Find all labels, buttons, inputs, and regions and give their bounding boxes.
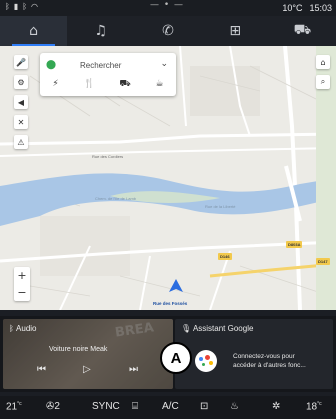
street-label: Chem. de l'Ile de Lamb xyxy=(95,196,137,201)
current-street-label: Rue des Fossés xyxy=(153,301,188,306)
music-icon: ♫ xyxy=(94,23,108,39)
volume-icon[interactable]: ◀ xyxy=(14,95,28,109)
apps-icon: ⊞ xyxy=(229,23,242,39)
phone-icon: ✆ xyxy=(162,23,174,39)
search-icon[interactable]: ⌕ xyxy=(316,75,330,89)
infotainment-screen: ᛒ ▮ ᛒ ◠ — • — 10°C 15:03 ⌂ ♫ ✆ ⊞ ⛟ Rue d… xyxy=(0,0,336,419)
signal-icon: ▮ xyxy=(13,2,19,11)
zoom-in-button[interactable]: + xyxy=(14,267,30,284)
road-badge: D146 xyxy=(218,253,232,260)
maps-pin-icon: ⬤ xyxy=(46,60,57,70)
tab-apps[interactable]: ⊞ xyxy=(202,16,269,46)
shopping-icon[interactable]: ⛟ xyxy=(119,79,130,90)
track-info: Voiture noire Meak xyxy=(49,346,107,353)
zoom-controls: + − xyxy=(14,267,30,301)
cafe-icon[interactable]: ☕ xyxy=(156,79,164,89)
wifi-icon: ◠ xyxy=(31,2,39,11)
zoom-out-button[interactable]: − xyxy=(14,284,30,301)
search-panel: ⬤ Rechercher ⌄ ⚡ 🍴 ⛟ ☕ xyxy=(40,53,176,96)
navigation-map[interactable]: Rue des Cordiers Chem. de l'Ile de Lamb … xyxy=(0,46,336,310)
callout-marker: A xyxy=(160,342,192,374)
category-shortcuts: ⚡ 🍴 ⛟ ☕ xyxy=(40,76,176,92)
restaurant-icon[interactable]: 🍴 xyxy=(83,79,94,89)
previous-track-icon[interactable]: ⏮ xyxy=(37,364,46,375)
google-assistant-icon xyxy=(195,350,217,372)
clock: 15:03 xyxy=(309,3,332,13)
sync-button[interactable]: SYNC xyxy=(92,401,120,412)
page-indicator: — • — xyxy=(150,0,185,10)
microphone-icon: 🎙 xyxy=(181,324,193,333)
climate-bar: 21°c ✇2 SYNC ⌸ A/C ⊡ ♨ ✲ 18°c xyxy=(0,396,336,419)
ac-button[interactable]: A/C xyxy=(162,401,179,412)
outside-temperature: 10°C xyxy=(282,3,303,13)
main-navigation: ⌂ ♫ ✆ ⊞ ⛟ xyxy=(0,16,336,46)
driver-temperature[interactable]: 21°c xyxy=(6,401,22,412)
track-title: Voiture noire xyxy=(49,346,89,353)
search-placeholder: Rechercher xyxy=(80,61,122,70)
audio-widget[interactable]: BREA ᛒ Audio Voiture noire Meak ⏮ ▷ ⏭ xyxy=(3,319,173,389)
assistant-header: 🎙 Assistant Google xyxy=(181,324,254,333)
microphone-icon[interactable]: 🎤 xyxy=(14,55,28,69)
fan-speed[interactable]: ✇2 xyxy=(46,401,60,412)
car-icon: ⛟ xyxy=(293,22,312,38)
tab-vehicle[interactable]: ⛟ xyxy=(269,16,336,46)
track-artist: Meak xyxy=(90,346,108,353)
assistant-widget[interactable]: 🎙 Assistant Google Connectez-vous pour a… xyxy=(175,319,333,389)
rear-defrost-icon[interactable]: ⊡ xyxy=(200,401,208,412)
next-track-icon[interactable]: ⏭ xyxy=(129,364,138,375)
assistant-message: Connectez-vous pour accéder à d'autres f… xyxy=(233,353,306,369)
road-badge: D803A xyxy=(286,241,303,248)
seat-heat-icon[interactable]: ♨ xyxy=(230,401,239,412)
bluetooth-icon: ᛒ xyxy=(9,324,17,333)
alert-icon[interactable]: ⚠ xyxy=(14,135,28,149)
passenger-temperature[interactable]: 18°c xyxy=(306,401,322,412)
tab-music[interactable]: ♫ xyxy=(67,16,134,46)
street-label: Rue de la Liberté xyxy=(205,204,236,209)
bluetooth-icon: ᛒ xyxy=(5,2,10,11)
status-icons: ᛒ ▮ ᛒ ◠ xyxy=(5,2,38,11)
search-input[interactable]: ⬤ Rechercher ⌄ xyxy=(40,56,176,74)
play-icon[interactable]: ▷ xyxy=(83,364,91,375)
chevron-down-icon[interactable]: ⌄ xyxy=(160,59,168,69)
settings-icon[interactable]: ⚙ xyxy=(14,75,28,89)
home-icon: ⌂ xyxy=(29,23,39,39)
mute-icon[interactable]: ✕ xyxy=(14,115,28,129)
audio-header: ᛒ Audio xyxy=(9,324,37,333)
road-badge: D147 xyxy=(316,258,330,265)
windshield-defrost-icon[interactable]: ⌸ xyxy=(132,401,138,412)
status-bar: ᛒ ▮ ᛒ ◠ — • — 10°C 15:03 xyxy=(0,0,336,16)
gas-station-icon[interactable]: ⚡ xyxy=(52,79,58,89)
tab-phone[interactable]: ✆ xyxy=(134,16,201,46)
tab-home[interactable]: ⌂ xyxy=(0,16,68,46)
fan-icon[interactable]: ✲ xyxy=(272,401,280,412)
bluetooth-icon: ᛒ xyxy=(22,2,28,11)
compass-icon[interactable]: ⌂ xyxy=(316,55,330,69)
street-label: Rue des Cordiers xyxy=(92,154,124,159)
